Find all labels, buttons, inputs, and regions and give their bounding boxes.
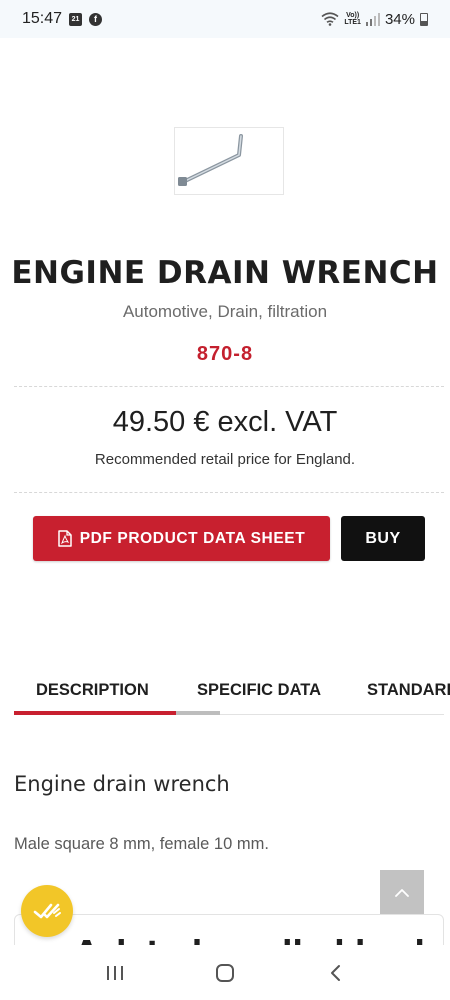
wrench-illustration bbox=[178, 134, 243, 186]
wifi-icon bbox=[321, 12, 339, 26]
trust-badge[interactable] bbox=[21, 885, 73, 937]
back-chevron-icon bbox=[331, 964, 340, 981]
chevron-up-icon bbox=[395, 888, 409, 897]
pdf-data-sheet-button[interactable]: PDF PRODUCT DATA SHEET bbox=[33, 516, 330, 561]
recent-apps-icon bbox=[107, 965, 123, 980]
home-icon bbox=[216, 963, 234, 982]
product-price: 49.50 € excl. VAT bbox=[112, 406, 338, 438]
battery-percent: 34% bbox=[384, 10, 415, 28]
product-category: Automotive, Drain, filtration bbox=[122, 302, 328, 321]
divider bbox=[14, 386, 444, 387]
calendar-icon: 21 bbox=[69, 12, 83, 26]
description-text: Male square 8 mm, female 10 mm. bbox=[14, 835, 269, 853]
scroll-to-top-button[interactable] bbox=[380, 870, 424, 914]
volte-top: Vo)) bbox=[346, 12, 360, 19]
buy-button[interactable]: BUY bbox=[341, 516, 425, 561]
battery-icon bbox=[420, 12, 428, 26]
calendar-day: 21 bbox=[71, 15, 80, 23]
tab-specific-data[interactable]: SPECIFIC DATA bbox=[197, 681, 321, 700]
volte-bottom: LTE1 bbox=[344, 19, 361, 26]
status-right: Vo)) LTE1 34% bbox=[321, 11, 428, 28]
status-bar: 15:47 21 f Vo)) LTE1 34% bbox=[0, 0, 450, 38]
buy-button-label: BUY bbox=[365, 529, 401, 547]
product-title: ENGINE DRAIN WRENCH bbox=[11, 255, 439, 291]
home-button[interactable] bbox=[205, 958, 245, 988]
status-left: 15:47 21 f bbox=[22, 10, 103, 28]
signal-icon bbox=[365, 12, 380, 26]
price-note: Recommended retail price for England. bbox=[94, 451, 356, 468]
back-button[interactable] bbox=[315, 958, 355, 988]
product-reference: 870-8 bbox=[196, 343, 254, 365]
product-image[interactable] bbox=[174, 127, 284, 195]
recent-apps-button[interactable] bbox=[95, 958, 135, 988]
tab-scroll-indicator bbox=[176, 711, 220, 715]
pdf-button-label: PDF PRODUCT DATA SHEET bbox=[79, 529, 306, 547]
system-nav-bar bbox=[0, 945, 450, 1000]
volte-indicator: Vo)) LTE1 bbox=[344, 12, 361, 26]
divider bbox=[14, 492, 444, 493]
double-check-icon bbox=[33, 903, 61, 919]
pdf-file-icon bbox=[57, 530, 72, 547]
tab-description[interactable]: DESCRIPTION bbox=[36, 681, 149, 700]
status-time: 15:47 bbox=[22, 10, 63, 27]
description-heading: Engine drain wrench bbox=[14, 772, 230, 796]
facebook-icon: f bbox=[89, 12, 103, 26]
tab-standards[interactable]: STANDARDS bbox=[367, 681, 450, 700]
active-tab-indicator bbox=[14, 711, 176, 715]
